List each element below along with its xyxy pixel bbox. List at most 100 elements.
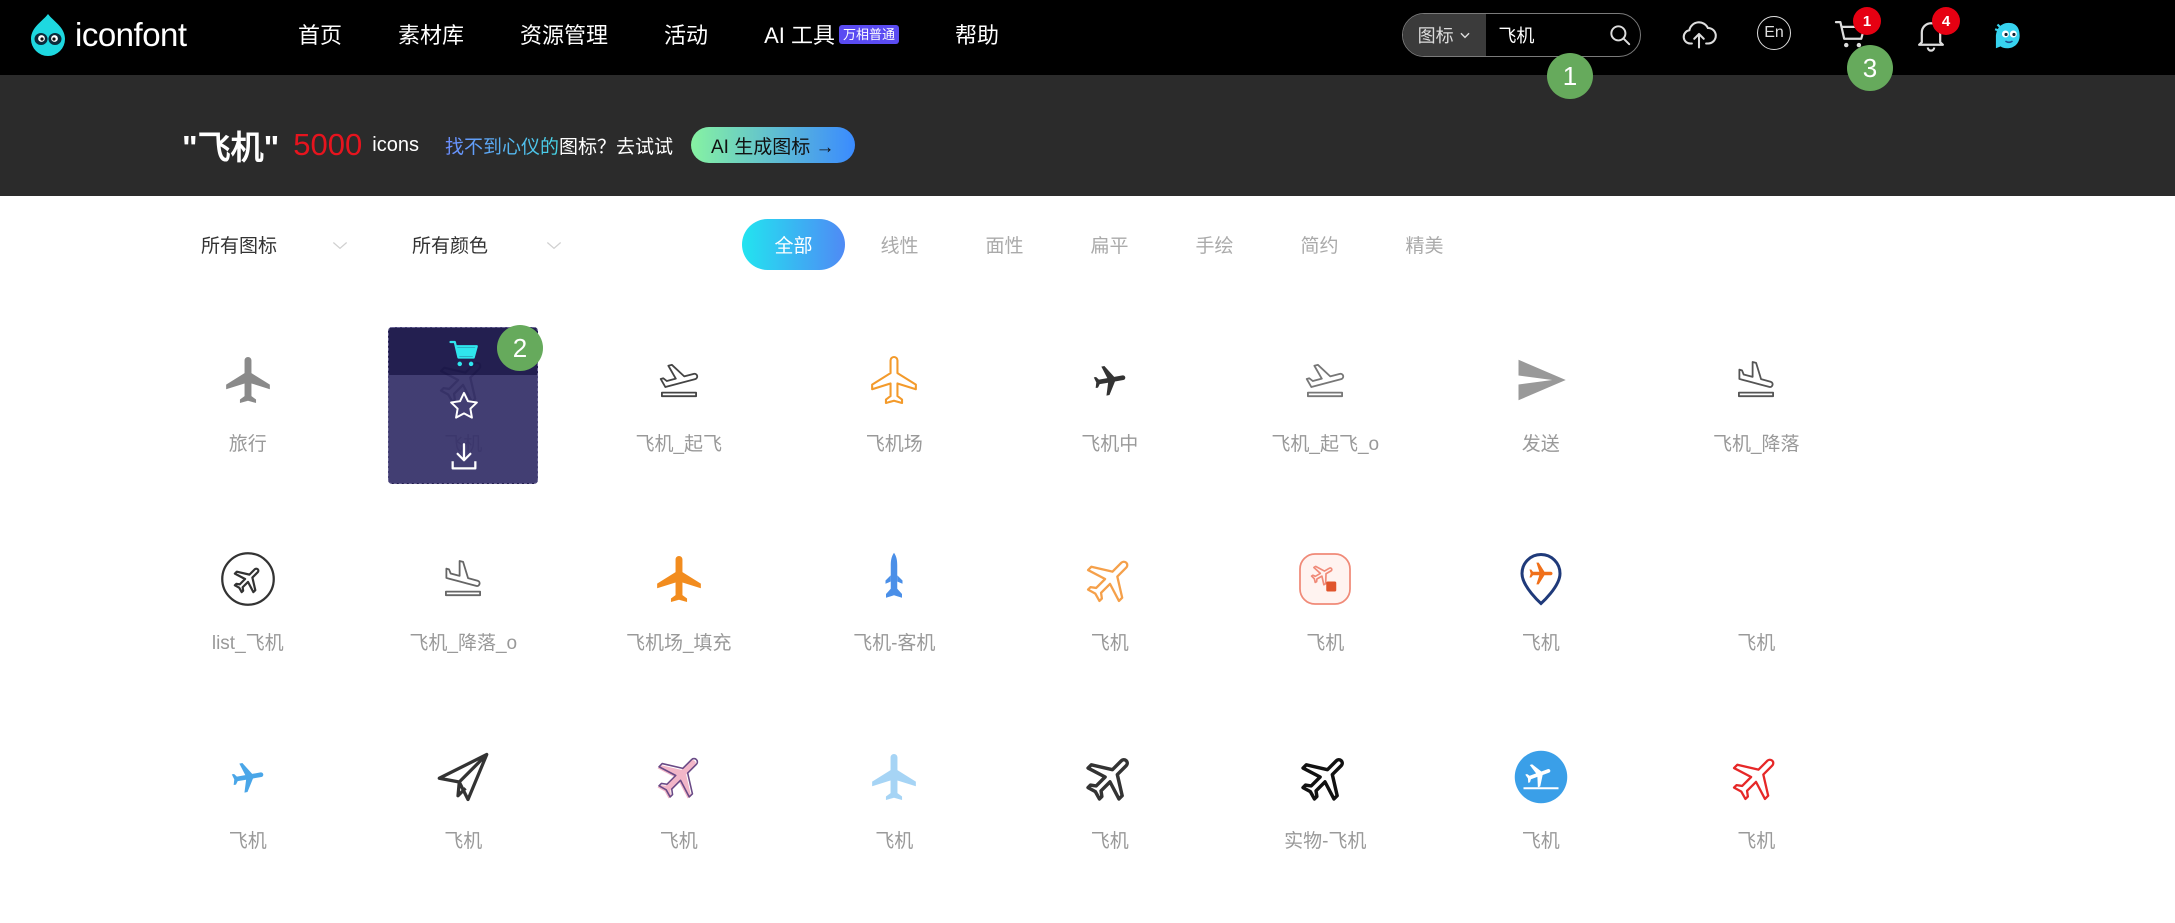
icon-grid-cell: list_飞机	[140, 526, 356, 725]
paper-plane-icon	[433, 747, 493, 807]
icon-card[interactable]: 飞机场_填充	[604, 526, 754, 683]
nav-item-resources[interactable]: 资源管理	[520, 18, 608, 50]
icon-label: 飞机	[444, 831, 483, 852]
icon-grid-cell: 飞机	[571, 724, 787, 923]
icon-card[interactable]: 飞机	[1681, 724, 1831, 881]
search-icon	[1610, 25, 1631, 46]
language-toggle[interactable]: En	[1757, 16, 1791, 50]
logo[interactable]: iconfont	[24, 8, 187, 62]
icon-card[interactable]: 飞机中	[1035, 327, 1185, 484]
icon-card[interactable]: 飞机_降落_o	[388, 526, 538, 683]
icon-label: 飞机	[1090, 632, 1129, 654]
icon-card[interactable]: 飞机-客机	[819, 526, 969, 683]
icon-card[interactable]: 飞机_起飞	[604, 327, 754, 484]
icon-card[interactable]: 飞机场	[819, 327, 969, 484]
color-filter[interactable]: 所有颜色	[412, 219, 488, 270]
icon-grid-cell: 飞机	[1649, 526, 1865, 725]
icon-card[interactable]: 旅行	[173, 327, 323, 484]
icon-card[interactable]: 飞机	[388, 724, 538, 881]
favorite-button[interactable]	[446, 388, 482, 424]
icon-card[interactable]: 飞机	[1035, 526, 1185, 683]
icon-card[interactable]: 飞机	[604, 724, 754, 881]
ai-generate-button[interactable]: AI 生成图标 →	[691, 127, 855, 163]
result-count: 5000	[293, 127, 363, 162]
main-nav: 首页 素材库 资源管理 活动 AI 工具 万相普通 帮助	[298, 0, 999, 68]
download-icon	[451, 443, 477, 470]
icon-label: 飞机	[1521, 831, 1560, 852]
icon-grid-cell: 飞机	[1002, 724, 1218, 923]
annotation-marker: 2	[497, 325, 543, 371]
tab-all[interactable]: 全部	[742, 219, 845, 270]
tab-linear[interactable]: 线性	[847, 219, 952, 270]
nav-item-ai-tools[interactable]: AI 工具 万相普通	[764, 18, 899, 50]
tab-exquisite[interactable]: 精美	[1372, 219, 1477, 270]
user-avatar[interactable]	[1987, 14, 2027, 54]
takeoff-icon	[649, 350, 709, 410]
search-type-dropdown[interactable]: 图标	[1403, 14, 1487, 56]
landing-icon	[1726, 350, 1786, 410]
airplane-icon	[1080, 350, 1140, 410]
style-tabs: 全部 线性 面性 扁平 手绘 简约 精美	[742, 219, 1477, 270]
airliner-icon	[864, 549, 924, 609]
airport-icon	[864, 350, 924, 410]
icon-card[interactable]: 飞机	[819, 724, 969, 881]
cart-icon	[449, 340, 479, 367]
nav-item-home[interactable]: 首页	[298, 18, 342, 50]
icon-card[interactable]: 飞机	[1466, 526, 1616, 683]
icon-grid-cell: 飞机	[787, 724, 1003, 923]
ai-hint-highlight: 找不到心仪的	[444, 136, 559, 158]
landing-icon	[433, 549, 493, 609]
icon-label: 实物-飞机	[1284, 831, 1367, 852]
airplane-icon	[1726, 549, 1786, 609]
icon-label: 飞机	[1090, 831, 1129, 852]
search-input[interactable]	[1486, 23, 1601, 47]
icon-card[interactable]: 飞机_起飞_o	[1250, 327, 1400, 484]
airplane-icon	[649, 747, 709, 807]
icon-grid-cell: 实物-飞机	[1218, 724, 1434, 923]
icon-grid-cell: 飞机_起飞	[571, 327, 787, 526]
cloud-upload-icon	[1682, 21, 1717, 49]
icon-card[interactable]: 飞机	[1681, 526, 1831, 683]
icon-label: 飞机	[1521, 632, 1560, 654]
icon-label: 飞机_降落	[1712, 434, 1800, 455]
icon-card[interactable]: 发送	[1466, 327, 1616, 484]
chevron-down-icon	[1460, 32, 1470, 39]
icon-label: 飞机_起飞	[635, 434, 723, 455]
tab-filled[interactable]: 面性	[952, 219, 1057, 270]
iconfont-logo-icon	[31, 14, 65, 56]
icon-label: 飞机场	[865, 434, 923, 455]
icon-card[interactable]: 实物-飞机	[1250, 724, 1400, 881]
icon-grid-cell: 飞机	[140, 724, 356, 923]
icon-card[interactable]: 飞机	[1035, 724, 1185, 881]
language-label: En	[1764, 24, 1784, 41]
nav-badge: 万相普通	[838, 24, 899, 44]
icon-results-grid: 旅行飞机 飞机_起飞 飞机场 飞机中 飞机_起飞_o 发送 飞机_降落 list_飞机 飞机_…	[140, 327, 1864, 923]
search-button[interactable]	[1600, 14, 1640, 56]
nav-item-activity[interactable]: 活动	[664, 18, 708, 50]
icon-label: 飞机	[659, 831, 698, 852]
upload-button[interactable]	[1679, 14, 1719, 54]
icon-card[interactable]: list_飞机	[173, 526, 323, 683]
airplane-circle-icon	[1511, 747, 1571, 807]
avatar-icon	[1994, 22, 2020, 49]
nav-label: 帮助	[954, 23, 999, 48]
icon-card[interactable]: 飞机	[1466, 724, 1616, 881]
nav-item-assets[interactable]: 素材库	[398, 18, 464, 50]
download-button[interactable]	[446, 439, 482, 475]
tab-hand-drawn[interactable]: 手绘	[1162, 219, 1267, 270]
icon-card[interactable]: 飞机	[1250, 526, 1400, 683]
icon-grid-cell: 飞机	[1649, 724, 1865, 923]
icon-type-filter[interactable]: 所有图标	[201, 219, 277, 270]
icon-label: 飞机	[228, 831, 267, 852]
add-to-cart-button[interactable]	[446, 336, 482, 372]
icon-card[interactable]: 飞机	[173, 724, 323, 881]
tab-simple[interactable]: 简约	[1267, 219, 1372, 270]
icon-card[interactable]: 飞机_降落	[1681, 327, 1831, 484]
chevron-down-icon[interactable]	[330, 235, 350, 255]
icon-label: list_飞机	[211, 632, 284, 654]
nav-item-help[interactable]: 帮助	[955, 18, 999, 50]
chevron-down-icon[interactable]	[544, 235, 564, 255]
airplane-icon	[218, 747, 278, 807]
tab-flat[interactable]: 扁平	[1057, 219, 1162, 270]
icon-label: 飞机	[875, 831, 914, 852]
